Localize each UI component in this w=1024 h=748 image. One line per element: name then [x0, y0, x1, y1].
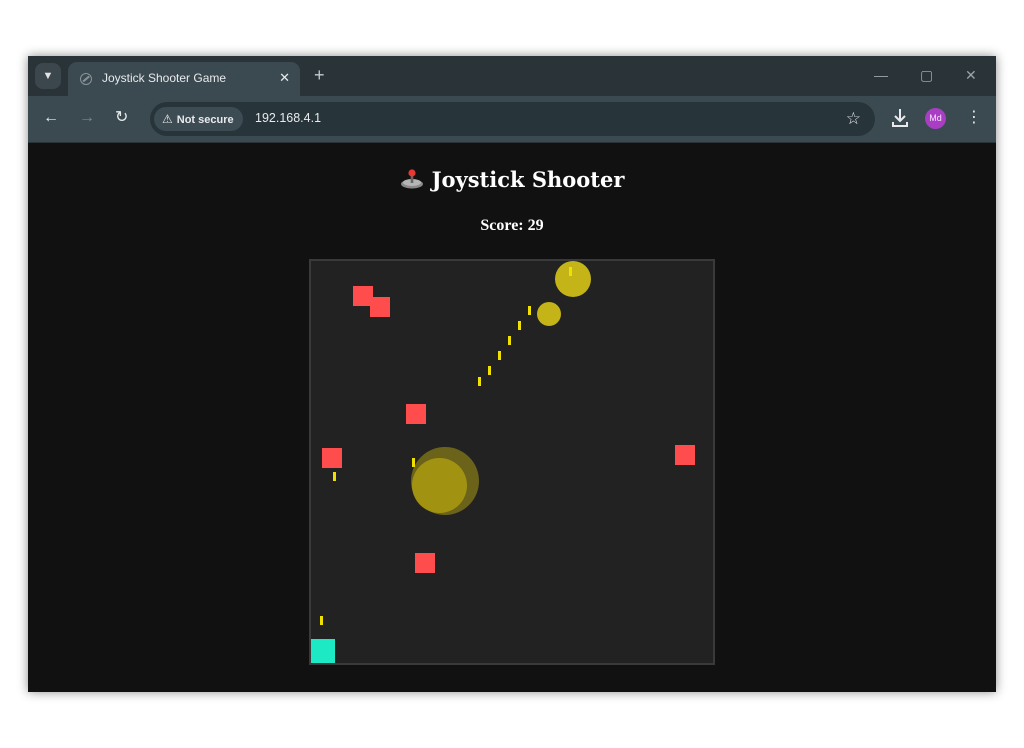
bullet [569, 267, 572, 276]
close-window-icon[interactable]: ✕ [965, 65, 977, 85]
download-icon[interactable] [890, 107, 910, 129]
security-chip[interactable]: ⚠ Not secure [154, 107, 243, 131]
bullet [478, 377, 481, 386]
reload-icon[interactable]: ↻ [115, 108, 128, 128]
bullet [412, 458, 415, 467]
score-display: Score: 29 [480, 217, 544, 234]
back-icon[interactable]: ← [43, 108, 59, 128]
maximize-icon[interactable]: ▢ [920, 65, 933, 85]
menu-icon[interactable]: ⋮ [966, 107, 982, 129]
explosion-circle [555, 261, 591, 297]
bullet [508, 336, 511, 345]
address-bar[interactable]: ⚠ Not secure 192.168.4.1 ☆ [150, 102, 875, 136]
explosion-circle [412, 458, 467, 513]
favicon-icon [80, 73, 92, 85]
close-tab-icon[interactable]: ✕ [279, 70, 290, 86]
explosion-circle [537, 302, 561, 326]
new-tab-button[interactable]: + [314, 65, 325, 85]
browser-toolbar: ← → ↻ ⚠ Not secure 192.168.4.1 ☆ Md ⋮ [28, 96, 996, 143]
enemy-square [370, 297, 390, 317]
joystick-icon [400, 169, 423, 189]
enemy-square [322, 448, 342, 468]
game-canvas[interactable] [309, 259, 715, 665]
tab-title: Joystick Shooter Game [102, 71, 227, 85]
security-label: Not secure [176, 114, 234, 126]
bullet [488, 366, 491, 375]
page-content: Joystick Shooter Score: 29 [28, 143, 996, 692]
tab-joystick-shooter[interactable]: Joystick Shooter Game ✕ [68, 62, 300, 96]
enemy-square [415, 553, 435, 573]
tab-search-icon[interactable]: ▼ [35, 63, 61, 89]
bullet [518, 321, 521, 330]
star-icon[interactable]: ☆ [846, 109, 861, 129]
player-square [311, 639, 335, 663]
bullet [333, 472, 336, 481]
browser-window: ▼ Joystick Shooter Game ✕ + — ▢ ✕ ← → ↻ … [28, 56, 996, 692]
page-title-text: Joystick Shooter [431, 167, 625, 192]
bullet [320, 616, 323, 625]
bullet [528, 306, 531, 315]
page-title: Joystick Shooter [28, 167, 996, 192]
profile-avatar[interactable]: Md [925, 108, 946, 129]
enemy-square [406, 404, 426, 424]
minimize-icon[interactable]: — [874, 65, 888, 85]
tab-strip: ▼ Joystick Shooter Game ✕ + — ▢ ✕ [28, 56, 996, 96]
bullet [498, 351, 501, 360]
url-text[interactable]: 192.168.4.1 [255, 111, 321, 125]
warning-icon: ⚠ [162, 112, 173, 126]
forward-icon[interactable]: → [79, 108, 95, 128]
enemy-square [675, 445, 695, 465]
